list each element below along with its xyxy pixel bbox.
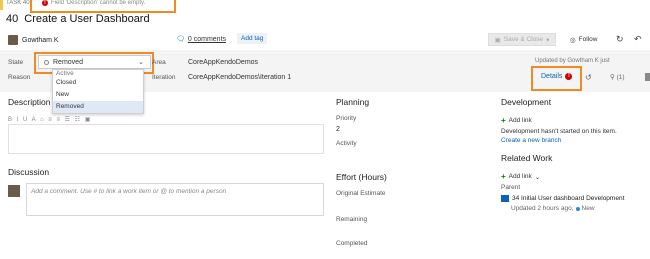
tab-links-count: (1) <box>616 74 625 81</box>
state-option-active[interactable]: Active <box>53 70 143 77</box>
updated-by-text: Updated by Gowtham K just <box>535 58 610 64</box>
work-item-id: 40 <box>6 13 19 25</box>
related-add-link-label: Add link <box>508 173 532 180</box>
add-tag-button[interactable]: Add tag <box>237 33 268 44</box>
tab-links[interactable]: ⚲ (1) <box>610 73 625 81</box>
assigned-to[interactable]: Gowtham K <box>8 35 59 45</box>
details-highlight-box <box>531 66 582 91</box>
create-branch-link[interactable]: Create a new branch <box>501 137 561 144</box>
save-close-label: Save & Close <box>503 36 544 43</box>
reason-label: Reason <box>8 74 31 81</box>
parent-updated-text: Updated 2 hours ago, <box>511 205 574 212</box>
state-option-removed[interactable]: Removed <box>53 101 143 113</box>
activity-label: Activity <box>336 140 357 147</box>
refresh-icon[interactable]: ↻ <box>616 33 624 46</box>
comment-input[interactable]: Add a comment. Use # to link a work item… <box>26 183 324 216</box>
iteration-label: Iteration <box>152 74 176 81</box>
task-tag: TASK 40* <box>6 0 32 6</box>
avatar <box>8 185 20 197</box>
avatar <box>8 35 18 45</box>
related-work-heading: Related Work <box>501 153 553 163</box>
parent-work-item-title: 34 Initial User dashboard Development <box>512 195 625 202</box>
area-label: Area <box>152 59 166 66</box>
parent-label: Parent <box>501 184 521 191</box>
completed-label: Completed <box>336 240 368 247</box>
development-heading: Development <box>501 97 552 107</box>
development-note: Development hasn't started on this item. <box>501 128 617 135</box>
parent-state-text: New <box>581 205 595 212</box>
original-estimate-label: Original Estimate <box>336 190 386 197</box>
state-option-closed[interactable]: Closed <box>53 77 143 89</box>
comments-link[interactable]: 🗨 0 comments <box>176 35 227 44</box>
work-item-icon <box>501 195 509 202</box>
development-add-link-label: Add link <box>508 117 532 124</box>
planning-heading: Planning <box>336 97 370 107</box>
assigned-to-name: Gowtham K <box>22 36 59 44</box>
state-label: State <box>8 59 24 66</box>
comments-count: 0 comments <box>187 35 227 43</box>
work-item-title[interactable]: 40 Create a User Dashboard <box>6 13 150 25</box>
history-icon[interactable]: ↺ <box>585 73 592 82</box>
remaining-label: Remaining <box>336 216 368 223</box>
description-editor[interactable] <box>8 124 324 154</box>
development-add-link-button[interactable]: + Add link <box>501 116 532 125</box>
parent-work-item-meta: Updated 2 hours ago, New <box>511 205 595 212</box>
related-add-link-button[interactable]: + Add link ⌄ <box>501 172 540 181</box>
discussion-heading: Discussion <box>8 167 50 177</box>
plus-icon: + <box>501 172 506 181</box>
parent-work-item[interactable]: 34 Initial User dashboard Development <box>501 195 624 202</box>
chevron-down-icon: ⌄ <box>534 173 541 181</box>
error-highlight-box <box>30 0 176 13</box>
chevron-down-icon: ▾ <box>546 36 550 44</box>
effort-heading: Effort (Hours) <box>336 172 387 182</box>
priority-label: Priority <box>336 115 357 122</box>
attachment-icon[interactable] <box>645 73 650 81</box>
area-value[interactable]: CoreAppKendoDemos <box>188 59 258 66</box>
link-icon: ⚲ <box>610 74 615 81</box>
iteration-value[interactable]: CoreAppKendoDemos\Iteration 1 <box>188 74 291 81</box>
undo-icon[interactable]: ↶ <box>634 33 642 46</box>
follow-button[interactable]: ◎ Follow <box>570 33 597 46</box>
plus-icon: + <box>501 116 506 125</box>
state-options-list: Active Closed New Removed <box>52 69 144 114</box>
save-close-button[interactable]: ▣ Save & Close ▾ <box>488 33 556 46</box>
state-option-new[interactable]: New <box>53 89 143 101</box>
description-toolbar[interactable]: B I U A ⌂ ≡ ≡ ☰ ☷ ▣ <box>8 116 92 123</box>
eye-icon: ◎ <box>570 36 576 44</box>
comment-icon: 🗨 <box>176 36 185 43</box>
task-color-stripe <box>0 0 3 10</box>
state-dot-icon <box>575 206 580 211</box>
follow-label: Follow <box>578 36 598 43</box>
save-icon: ▣ <box>494 36 501 44</box>
work-item-title-text: Create a User Dashboard <box>24 13 150 25</box>
priority-value[interactable]: 2 <box>336 126 340 133</box>
description-heading: Description <box>8 97 51 107</box>
